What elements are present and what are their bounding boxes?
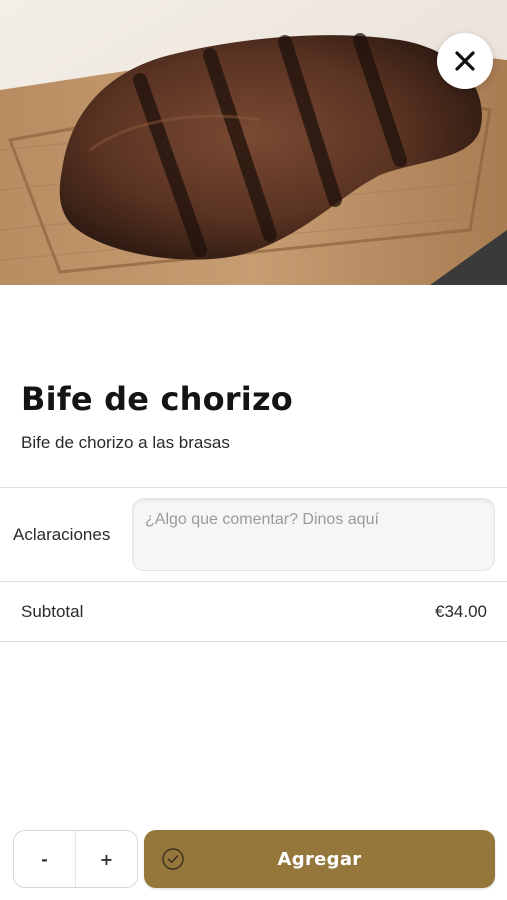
increment-button[interactable]: +: [76, 831, 137, 887]
close-button[interactable]: [437, 33, 493, 89]
notes-label: Aclaraciones: [13, 525, 111, 544]
subtotal-label: Subtotal: [21, 602, 84, 621]
product-title: Bife de chorizo: [21, 380, 293, 418]
decrement-button[interactable]: -: [14, 831, 75, 887]
check-circle-icon: [162, 848, 184, 870]
quantity-stepper: - +: [13, 830, 138, 888]
notes-input[interactable]: [132, 498, 495, 571]
add-button-label: Agregar: [277, 848, 362, 870]
add-to-cart-button[interactable]: Agregar: [144, 830, 495, 888]
close-icon: [455, 51, 475, 71]
divider: [0, 581, 507, 582]
subtotal-value: €34.00: [435, 602, 487, 621]
divider: [0, 641, 507, 642]
product-image: [0, 0, 507, 285]
product-description: Bife de chorizo a las brasas: [21, 433, 230, 452]
steak-photo: [0, 0, 507, 285]
divider: [0, 487, 507, 488]
